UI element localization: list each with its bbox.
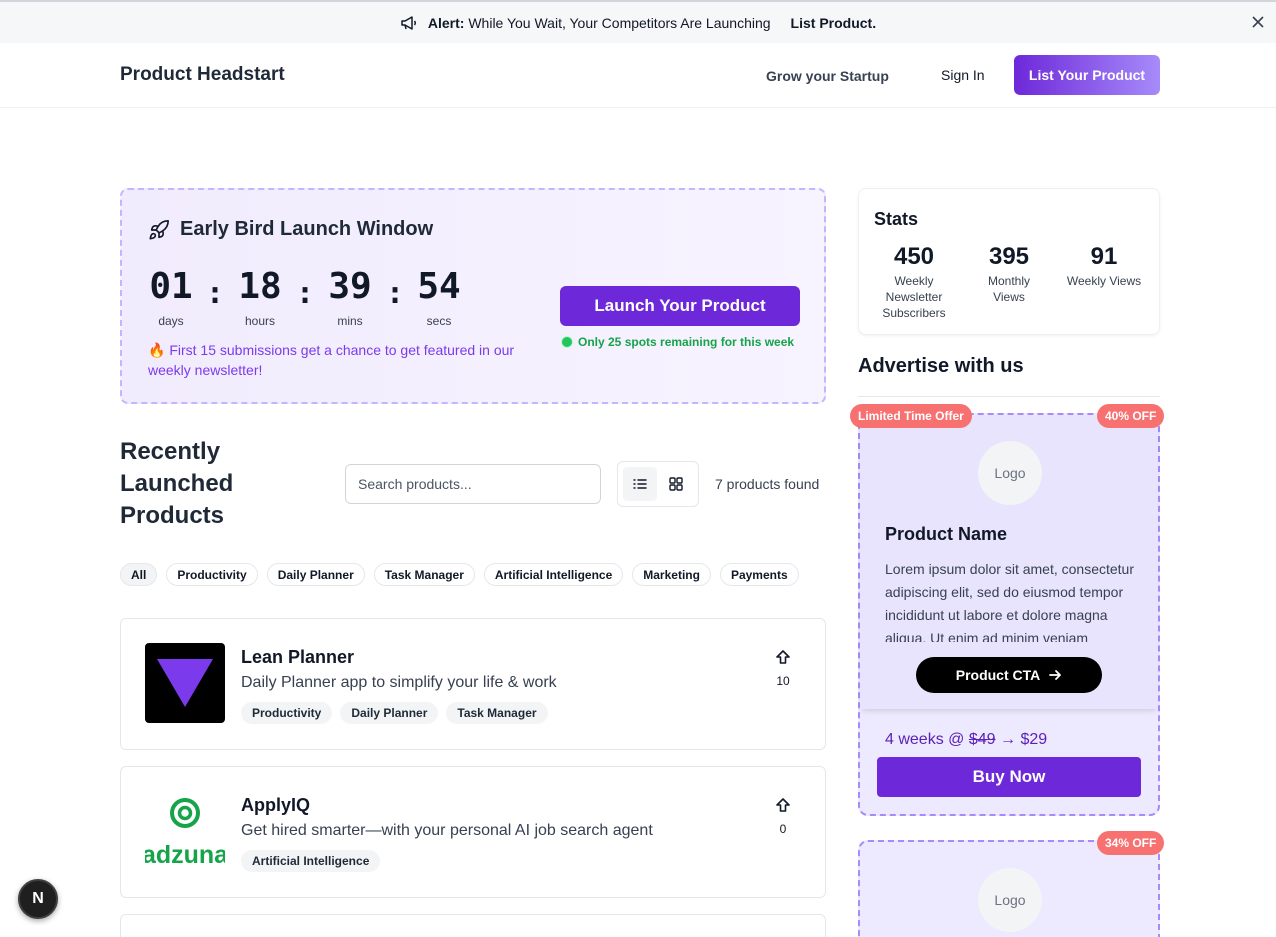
discount-badge: 34% OFF — [1097, 831, 1165, 855]
product-tagline: Daily Planner app to simplify your life … — [241, 674, 557, 691]
product-tagline: Get hired smarter—with your personal AI … — [241, 822, 653, 839]
rocket-icon — [149, 219, 169, 240]
countdown-separator: : — [296, 276, 315, 311]
stats-panel: Stats 450 Weekly Newsletter Subscribers … — [858, 188, 1160, 335]
countdown-hours: 18 hours — [238, 266, 282, 328]
countdown-separator: : — [386, 276, 405, 311]
ad-preview: Logo Product Name Lorem ipsum dolor sit … — [860, 415, 1158, 709]
advertise-title: Advertise with us — [858, 355, 1024, 377]
product-tags: Productivity Daily Planner Task Manager — [241, 702, 548, 724]
lean-planner-logo — [145, 643, 225, 723]
countdown-separator: : — [206, 276, 225, 311]
upvote-arrow-icon — [776, 798, 790, 812]
divider — [858, 396, 1160, 397]
spots-remaining: Only 25 spots remaining for this week — [562, 335, 794, 349]
filter-payments[interactable]: Payments — [719, 563, 799, 586]
product-card[interactable]: adzuna ApplyIQ Get hired smarter—with yo… — [120, 766, 826, 898]
recent-products-title: Recently Launched Products — [120, 438, 234, 529]
upvote-count: 10 — [776, 674, 790, 688]
close-icon[interactable] — [1250, 14, 1266, 30]
alert-bar: Alert: While You Wait, Your Competitors … — [0, 0, 1276, 43]
svg-text:adzuna: adzuna — [145, 841, 225, 869]
upvote-button[interactable]: 0 — [769, 797, 797, 836]
adzuna-logo: adzuna — [145, 798, 225, 869]
status-dot-icon — [562, 337, 572, 347]
list-view-button[interactable] — [623, 467, 657, 501]
product-name[interactable]: ApplyIQ — [241, 795, 310, 816]
limited-offer-badge: Limited Time Offer — [850, 404, 972, 428]
countdown-mins: 39 mins — [328, 266, 372, 328]
filter-task-manager[interactable]: Task Manager — [373, 563, 475, 586]
product-tag: Artificial Intelligence — [241, 850, 381, 872]
filter-all[interactable]: All — [120, 563, 158, 586]
upvote-count: 0 — [779, 822, 787, 836]
stat-weekly-views: 91 Weekly Views — [1066, 243, 1142, 288]
early-bird-title: Early Bird Launch Window — [148, 218, 433, 241]
ad-price: 4 weeks @ $49 → $29 — [885, 731, 1048, 748]
filter-productivity[interactable]: Productivity — [166, 563, 258, 586]
stat-monthly-views: 395 Monthly Views — [987, 243, 1031, 304]
dev-tools-badge[interactable]: N — [18, 879, 58, 919]
ad-logo-placeholder: Logo — [978, 441, 1042, 505]
arrow-right-icon — [1049, 670, 1062, 680]
list-icon — [633, 479, 647, 489]
product-tags: Artificial Intelligence — [241, 850, 381, 872]
product-tag: Task Manager — [446, 702, 548, 724]
early-bird-note: 🔥 First 15 submissions get a chance to g… — [148, 342, 515, 378]
product-tag: Productivity — [241, 702, 333, 724]
product-tag: Daily Planner — [340, 702, 439, 724]
ad-product-name: Product Name — [885, 524, 1008, 544]
early-bird-panel: Early Bird Launch Window 01 days : 18 ho… — [120, 188, 826, 404]
ad-description: Lorem ipsum dolor sit amet, consectetur … — [885, 561, 1134, 642]
launch-your-product-button[interactable]: Launch Your Product — [560, 286, 800, 326]
megaphone-icon — [401, 15, 416, 30]
product-card[interactable]: Lean Planner Daily Planner app to simpli… — [120, 618, 826, 750]
navbar: Product Headstart Grow your Startup Sign… — [0, 43, 1276, 108]
nav-grow-startup-link[interactable]: Grow your Startup — [766, 68, 889, 84]
upvote-button[interactable]: 10 — [769, 649, 797, 688]
ad-logo-placeholder: Logo — [978, 868, 1042, 932]
ad-cta-button[interactable]: Product CTA — [916, 657, 1102, 693]
filter-artificial-intelligence[interactable]: Artificial Intelligence — [483, 563, 624, 586]
product-card[interactable] — [120, 914, 826, 937]
product-name[interactable]: Lean Planner — [241, 647, 354, 668]
filter-marketing[interactable]: Marketing — [632, 563, 711, 586]
grid-view-button[interactable] — [659, 467, 693, 501]
discount-badge: 40% OFF — [1097, 404, 1165, 428]
products-found-count: 7 products found — [715, 476, 820, 492]
stats-title: Stats — [874, 209, 919, 229]
category-filters: All Productivity Daily Planner Task Mana… — [120, 563, 799, 586]
upvote-arrow-icon — [776, 650, 790, 664]
sign-in-link[interactable]: Sign In — [941, 67, 985, 83]
view-toggle — [617, 461, 699, 507]
grid-icon — [669, 477, 683, 491]
buy-now-button[interactable]: Buy Now — [877, 757, 1141, 797]
filter-daily-planner[interactable]: Daily Planner — [266, 563, 365, 586]
search-input[interactable] — [345, 464, 601, 504]
stat-newsletter-subscribers: 450 Weekly Newsletter Subscribers — [882, 243, 946, 320]
alert-message: Alert: While You Wait, Your Competitors … — [427, 14, 771, 31]
list-your-product-button[interactable]: List Your Product — [1014, 55, 1160, 95]
countdown-days: 01 days — [149, 266, 193, 328]
ad-slot: Logo Product Name Lorem ipsum dolor sit … — [858, 413, 1160, 816]
alert-list-product-link[interactable]: List Product. — [791, 15, 877, 31]
countdown-secs: 54 secs — [417, 266, 461, 328]
brand-logo[interactable]: Product Headstart — [120, 64, 285, 86]
